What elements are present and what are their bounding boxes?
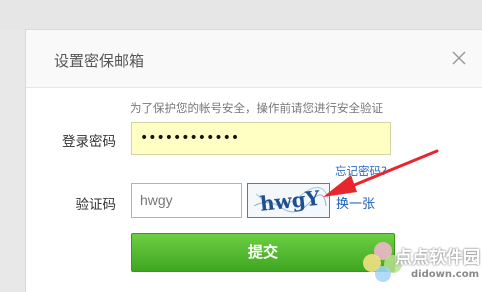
submit-button[interactable]: 提交 [131, 233, 395, 272]
security-hint: 为了保护您的帐号安全，操作前请您进行安全验证 [130, 101, 383, 115]
password-label: 登录密码 [62, 134, 116, 150]
watermark-url: didown.com [411, 269, 479, 280]
page-background [0, 0, 482, 30]
captcha-text: hwgY [259, 186, 322, 216]
forgot-password-link[interactable]: 忘记密码? [335, 163, 387, 179]
refresh-captcha-link[interactable]: 换一张 [336, 193, 375, 212]
captcha-label: 验证码 [75, 197, 117, 213]
close-icon[interactable] [449, 48, 469, 68]
captcha-image[interactable]: hwgY [247, 183, 330, 218]
dialog-header: 设置密保邮箱 [26, 30, 482, 88]
watermark: 点点软件园 didown.com [363, 235, 482, 291]
dialog-title: 设置密保邮箱 [54, 52, 145, 70]
password-input[interactable]: •••••••••••• [131, 122, 391, 155]
watermark-name: 点点软件园 [395, 248, 480, 268]
captcha-input[interactable]: hwgy [131, 183, 242, 218]
